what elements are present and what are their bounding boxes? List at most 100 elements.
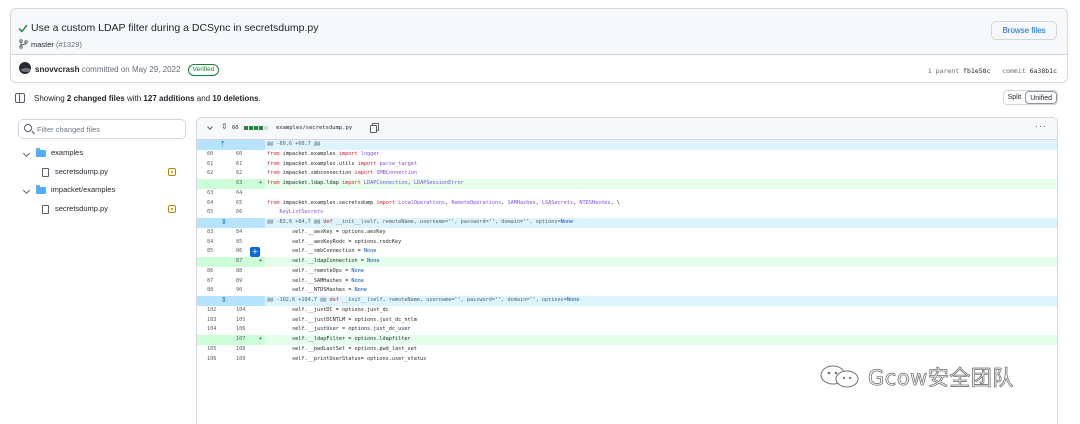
chevron-down-icon[interactable]: [207, 124, 213, 130]
old-line-number[interactable]: 64: [207, 199, 235, 209]
avatar[interactable]: [19, 62, 31, 74]
new-line-number[interactable]: 62: [236, 169, 264, 179]
diff-line: 103 105 self.__justDCNTLM = options.just_…: [197, 316, 1057, 326]
browse-files-button[interactable]: Browse files: [991, 21, 1057, 40]
new-line-number[interactable]: 64: [236, 189, 264, 199]
filter-input[interactable]: [37, 123, 177, 135]
commit-author-bar: snovvcrash committed on May 29, 2022 Ver…: [11, 55, 1067, 82]
add-comment-plus-icon[interactable]: +: [250, 247, 260, 258]
split-view-button[interactable]: Split: [1004, 91, 1026, 104]
check-icon: [18, 24, 28, 33]
chevron-down-icon[interactable]: [22, 186, 31, 195]
old-line-number[interactable]: 102: [207, 306, 235, 316]
new-line-number[interactable]: 65: [236, 199, 264, 209]
old-line-number[interactable]: 61: [207, 160, 235, 170]
diffstat-block: [249, 126, 253, 130]
parent-label: 1 parent: [927, 67, 960, 75]
code-text: from impacket.smbconnection import SMBCo…: [267, 170, 417, 177]
file-icon: [42, 205, 49, 214]
diff-line: 83 84 self.__aesKey = options.aesKey: [197, 228, 1057, 238]
file-path-link[interactable]: examples/secretsdump.py: [276, 125, 352, 131]
new-line-number[interactable]: 85: [236, 238, 264, 248]
new-line-number[interactable]: 89: [236, 277, 264, 287]
old-line-number[interactable]: 63: [207, 189, 235, 199]
commit-label: commit: [1002, 67, 1026, 75]
tree-folder-examples[interactable]: examples: [22, 148, 204, 162]
line-gutter: [197, 140, 265, 150]
commit-title: Use a custom LDAP filter during a DCSync…: [31, 22, 319, 34]
old-line-number[interactable]: 105: [207, 345, 235, 355]
code-text: self.__printUserStatus= options.user_sta…: [267, 355, 427, 362]
new-line-number[interactable]: 60: [236, 150, 264, 160]
old-line-number[interactable]: 84: [207, 238, 235, 248]
code-text: KeyListSecrets: [279, 209, 324, 216]
old-line-number[interactable]: 87: [207, 277, 235, 287]
branch-name[interactable]: master: [31, 40, 54, 49]
old-line-number[interactable]: 60: [207, 150, 235, 160]
summary-mid: with: [126, 94, 142, 103]
code-text: from impacket.examples.utils import pars…: [267, 160, 417, 167]
old-line-number[interactable]: 106: [207, 355, 235, 365]
diff-line: 105 108 self.__pwdLastSet = options.pwd_l…: [197, 345, 1057, 355]
commit-title-bar: Use a custom LDAP filter during a DCSync…: [11, 9, 1067, 55]
code-text: from impacket.examples import logger: [267, 150, 380, 157]
old-line-number[interactable]: 104: [207, 325, 235, 335]
hunk-header: ⤒ @@ -60,6 +60,7 @@: [197, 140, 1057, 150]
code-text: self.__aesKeyRodc = options.rodcKey: [267, 238, 402, 245]
tree-folder-label: examples: [51, 148, 84, 157]
verified-badge[interactable]: Verified: [187, 64, 220, 76]
old-line-number[interactable]: 83: [207, 228, 235, 238]
copy-icon[interactable]: [370, 123, 379, 133]
author-link[interactable]: snovvcrash: [35, 65, 79, 74]
commit-meta: 1 parent fb1e58c commit 6a38b1c: [928, 67, 1057, 75]
new-line-number[interactable]: 66: [236, 208, 264, 218]
old-line-number[interactable]: 86: [207, 267, 235, 277]
diffstat-block: [244, 126, 248, 130]
code-text: self.__aesKey = options.aesKey: [267, 228, 386, 235]
unfold-icon[interactable]: ⇕: [221, 122, 228, 131]
expand-lines-icon[interactable]: ⇕: [221, 296, 227, 306]
tree-folder-impacket-examples[interactable]: impacket/examples: [22, 185, 204, 199]
new-line-number[interactable]: 106: [236, 325, 264, 335]
code-text: self.__justDC = options.just_dc: [267, 306, 389, 313]
diff-line: 85 86 + self.__smbConnection = None: [197, 247, 1057, 258]
new-line-number[interactable]: 90: [236, 286, 264, 296]
file-modified-icon: [168, 168, 176, 176]
old-line-number[interactable]: 88: [207, 286, 235, 296]
diff-line: 86 88 self.__remoteOps = None: [197, 267, 1057, 277]
new-line-number[interactable]: 61: [236, 160, 264, 170]
parent-sha-link[interactable]: fb1e58c: [963, 67, 990, 75]
file-diff-icon[interactable]: [15, 93, 25, 103]
new-line-number[interactable]: 104: [236, 306, 264, 316]
diff-lines: ⤒ @@ -60,6 +60,7 @@ 60 60 from impacket.exam…: [197, 140, 1057, 364]
pr-link[interactable]: (#1329): [56, 40, 82, 49]
code-text: self.__remoteOps = None: [267, 267, 364, 274]
watermark-text: Gcow安全团队: [868, 366, 1014, 391]
committed-text: committed on May 29, 2022: [81, 65, 181, 74]
old-line-number[interactable]: 103: [207, 316, 235, 326]
file-modified-icon: [168, 205, 176, 213]
new-line-number[interactable]: 108: [236, 345, 264, 355]
author-line: snovvcrash committed on May 29, 2022 Ver…: [35, 64, 220, 76]
diff-line: 84 85 self.__aesKeyRodc = options.rodcKey: [197, 238, 1057, 248]
branch-icon: [19, 39, 28, 49]
diff-line: 64 65 from impacket.examples.secretsdump i…: [197, 199, 1057, 209]
old-line-number[interactable]: 85: [207, 247, 235, 257]
unified-view-button[interactable]: Unified: [1025, 91, 1057, 104]
code-text: @@ -102,6 +104,7 @@ def __init__(self, r…: [267, 297, 580, 303]
tree-file-secretsdump-examples[interactable]: secretsdump.py: [8, 167, 198, 181]
old-line-number[interactable]: 62: [207, 169, 235, 179]
kebab-icon[interactable]: ···: [1035, 121, 1047, 131]
chevron-down-icon[interactable]: [22, 149, 31, 158]
new-line-number[interactable]: 88: [236, 267, 264, 277]
expand-lines-icon[interactable]: ⇕: [221, 218, 227, 228]
diff-change-count: 60: [232, 125, 239, 131]
old-line-number[interactable]: 65: [207, 208, 235, 218]
expand-lines-icon[interactable]: ⤒: [221, 140, 224, 150]
tree-file-label: secretsdump.py: [55, 204, 108, 213]
commit-sha: 6a38b1c: [1029, 67, 1057, 75]
new-line-number[interactable]: 109: [236, 355, 264, 365]
new-line-number[interactable]: 105: [236, 316, 264, 326]
new-line-number[interactable]: 84: [236, 228, 264, 238]
tree-file-secretsdump-impacket[interactable]: secretsdump.py: [8, 204, 198, 218]
